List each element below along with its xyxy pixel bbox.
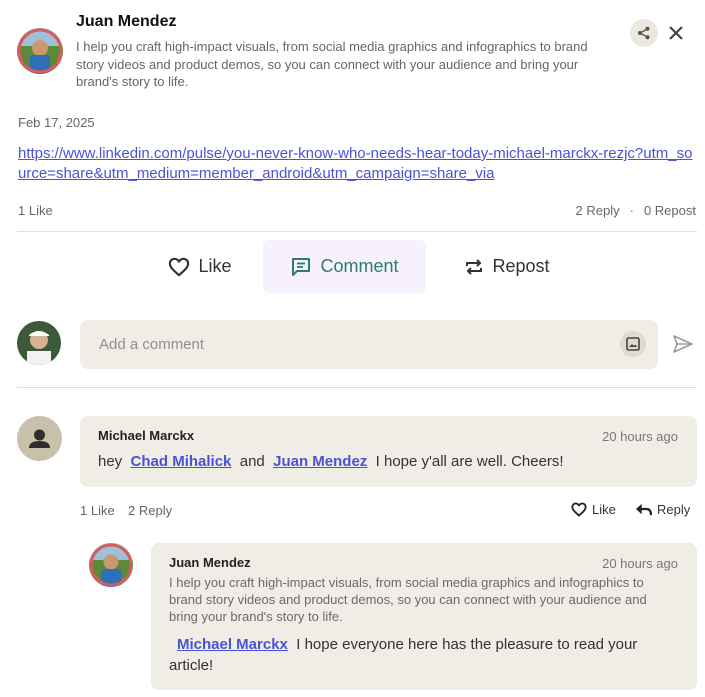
- comment-text-suffix: I hope y'all are well. Cheers!: [375, 453, 564, 470]
- reply-bubble: Juan Mendez 20 hours ago I help you craf…: [151, 543, 697, 690]
- share-icon: [638, 26, 650, 40]
- mention-link[interactable]: Juan Mendez: [273, 453, 367, 470]
- reply-text: Michael Marckx I hope everyone here has …: [169, 634, 669, 676]
- like-action-button[interactable]: Like: [150, 240, 250, 293]
- stat-separator: ·: [629, 203, 634, 218]
- heart-icon: [571, 502, 587, 517]
- post-stats-right: 2 Reply · 0 Repost: [576, 203, 696, 218]
- send-icon: [673, 335, 693, 353]
- comment-text-prefix: hey: [98, 453, 123, 470]
- send-comment-button[interactable]: [672, 333, 694, 355]
- comment-bubble: Michael Marckx 20 hours ago hey Chad Mih…: [80, 416, 697, 487]
- share-button[interactable]: [630, 19, 658, 47]
- comment-icon: [292, 257, 311, 276]
- post-author-name[interactable]: Juan Mendez: [76, 13, 176, 31]
- comment-reply-count[interactable]: 2 Reply: [128, 503, 172, 518]
- reply-time: 20 hours ago: [602, 556, 678, 571]
- post-link[interactable]: https://www.linkedin.com/pulse/you-never…: [18, 144, 696, 184]
- reply-author-avatar[interactable]: [89, 543, 133, 587]
- current-user-avatar: [17, 321, 61, 365]
- composer-divider: [17, 387, 697, 388]
- repost-icon: [466, 258, 483, 275]
- comment-author-name[interactable]: Michael Marckx: [98, 428, 194, 443]
- post-reply-count[interactable]: 2 Reply: [576, 203, 620, 218]
- post-repost-count[interactable]: 0 Repost: [644, 203, 696, 218]
- mention-link[interactable]: Chad Mihalick: [131, 453, 232, 470]
- comment-input-placeholder: Add a comment: [99, 336, 205, 353]
- image-icon: [626, 337, 640, 351]
- comment-text-mid: and: [239, 453, 265, 470]
- close-button[interactable]: [664, 21, 688, 45]
- mention-link[interactable]: Michael Marckx: [177, 636, 288, 653]
- comment-author-avatar[interactable]: [17, 416, 62, 461]
- heart-icon: [169, 257, 190, 276]
- comment-input[interactable]: Add a comment: [80, 320, 658, 369]
- comment-action-button[interactable]: Comment: [263, 240, 426, 293]
- comment-reply-label: Reply: [657, 502, 691, 517]
- comment-text: hey Chad Mihalick and Juan Mendez I hope…: [98, 451, 564, 472]
- post-author-avatar[interactable]: [17, 28, 63, 74]
- comment-time: 20 hours ago: [602, 429, 678, 444]
- attach-image-button[interactable]: [620, 331, 646, 357]
- comment-like-label: Like: [592, 502, 616, 517]
- like-action-label: Like: [198, 256, 232, 276]
- repost-action-label: Repost: [492, 256, 550, 276]
- comment-like-count[interactable]: 1 Like: [80, 503, 115, 518]
- repost-action-button[interactable]: Repost: [452, 240, 562, 293]
- comment-like-button[interactable]: Like: [571, 502, 616, 517]
- comment-reply-button[interactable]: Reply: [635, 502, 690, 517]
- reply-arrow-icon: [636, 503, 652, 516]
- reply-author-name[interactable]: Juan Mendez: [169, 555, 251, 570]
- close-icon: [669, 26, 683, 40]
- comment-action-label: Comment: [320, 256, 399, 276]
- post-date: Feb 17, 2025: [18, 115, 95, 130]
- post-author-bio: I help you craft high-impact visuals, fr…: [76, 39, 588, 89]
- reply-author-bio: I help you craft high-impact visuals, fr…: [169, 575, 647, 624]
- post-like-count[interactable]: 1 Like: [18, 203, 53, 218]
- stats-divider: [17, 231, 697, 232]
